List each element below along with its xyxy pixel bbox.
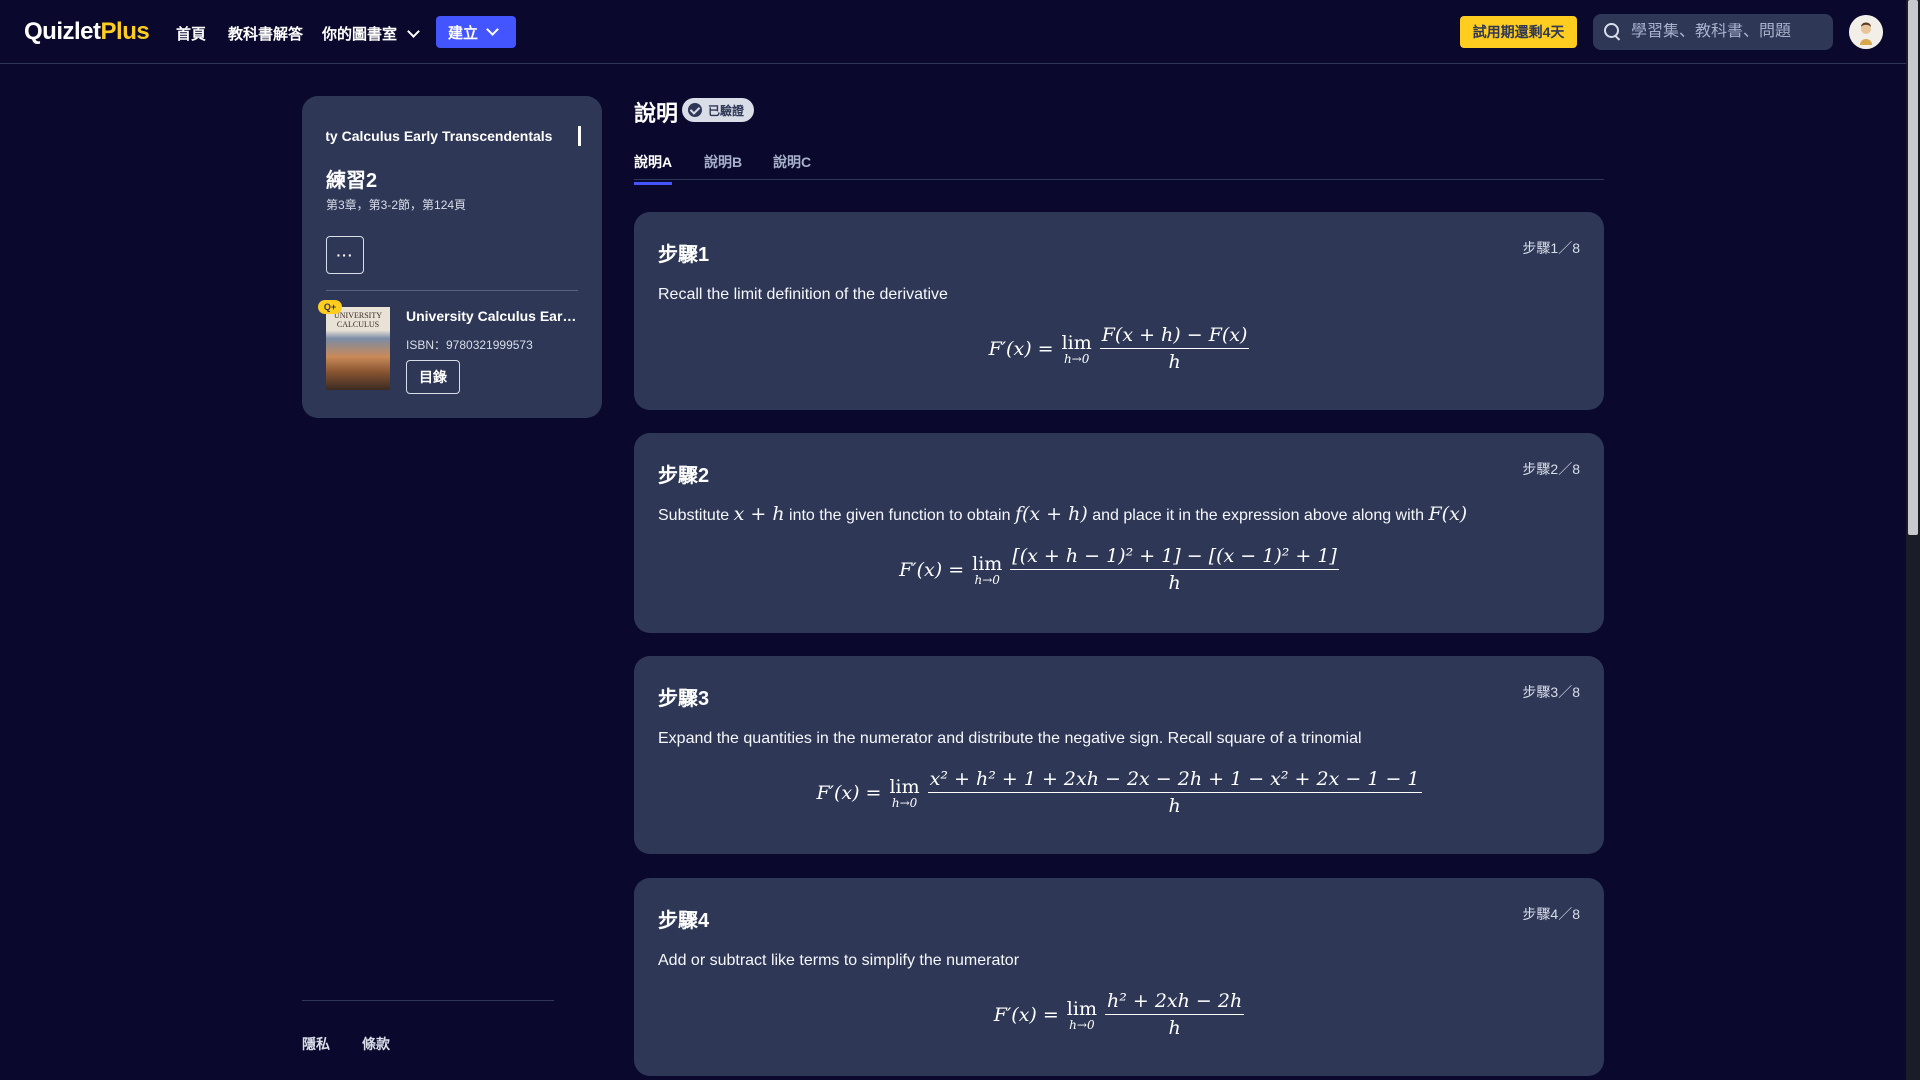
step-formula: F′(x) = lim h→0 [(x + h − 1)² + 1] − [(x… <box>634 545 1604 594</box>
terms-link[interactable]: 條款 <box>362 1034 390 1054</box>
inline-math: x + h <box>733 503 785 525</box>
nav-library-dropdown[interactable]: 你的圖書室 <box>322 23 420 44</box>
step-card-3: 步驟3 步驟3／8 Expand the quantities in the n… <box>634 656 1604 854</box>
inline-math: f(x + h) <box>1014 503 1088 525</box>
limit-subscript: h→0 <box>891 795 918 810</box>
fraction-denominator: h <box>1168 795 1181 817</box>
page-scrollbar-thumb[interactable] <box>1908 0 1918 535</box>
fraction: x² + h² + 1 + 2xh − 2x − 2h + 1 − x² + 2… <box>927 768 1422 817</box>
step-description: Add or subtract like terms to simplify t… <box>658 952 1020 969</box>
search-bar[interactable] <box>1593 14 1833 50</box>
step-card-4: 步驟4 步驟4／8 Add or subtract like terms to … <box>634 878 1604 1076</box>
explanation-tabs: 說明A 說明B 說明C <box>634 152 1604 185</box>
book-cover-text: UNIVERSITY CALCULUS <box>334 311 382 329</box>
step-description: Recall the limit definition of the deriv… <box>658 286 948 303</box>
search-icon <box>1603 22 1623 42</box>
avatar-image <box>1849 15 1883 49</box>
fraction-numerator: x² + h² + 1 + 2xh − 2x − 2h + 1 − x² + 2… <box>927 768 1422 793</box>
limit-word: lim <box>972 552 1003 575</box>
step-title: 步驟4 <box>658 910 710 932</box>
step-counter: 步驟1／8 <box>1522 240 1580 256</box>
exercise-info-card: University Calculus Early Transcendental… <box>302 96 602 418</box>
limit-subscript: h→0 <box>1063 351 1090 366</box>
limit-operator: lim h→0 <box>1067 998 1097 1032</box>
text-cursor <box>578 126 581 146</box>
book-isbn: ISBN：9780321999573 <box>406 338 533 352</box>
exercise-location: 第3章，第3-2節，第124頁 <box>326 198 467 212</box>
chevron-down-icon <box>407 24 420 38</box>
step-text-part: Substitute <box>658 507 730 524</box>
limit-operator: lim h→0 <box>972 553 1002 587</box>
step-card-2: 步驟2 步驟2／8 Substitute x + h into the give… <box>634 433 1604 633</box>
verified-label: 已驗證 <box>708 103 745 118</box>
book-title-link[interactable]: University Calculus Early Transcendental… <box>406 308 578 324</box>
fraction: [(x + h − 1)² + 1] − [(x − 1)² + 1] h <box>1010 545 1339 594</box>
step-text-part: into the given function to obtain <box>789 507 1011 524</box>
fraction-denominator: h <box>1168 351 1181 373</box>
tab-explanation-a[interactable]: 說明A <box>634 152 673 185</box>
limit-subscript: h→0 <box>1069 1017 1095 1032</box>
limit-subscript: h→0 <box>974 572 1000 587</box>
fraction: F(x + h) − F(x) h <box>1099 324 1250 373</box>
book-title-marquee: University Calculus Early Transcendental… <box>326 128 581 148</box>
step-text-part: and place it in the expression above alo… <box>1092 507 1425 524</box>
tab-explanation-c[interactable]: 說明C <box>773 152 811 182</box>
verified-badge: 已驗證 <box>682 98 755 122</box>
privacy-link[interactable]: 隱私 <box>302 1034 330 1054</box>
book-cover-image[interactable]: UNIVERSITY CALCULUS <box>326 307 390 390</box>
verified-check-icon <box>688 103 702 117</box>
limit-word: lim <box>1066 997 1097 1020</box>
limit-word: lim <box>1061 331 1092 354</box>
footer-divider <box>302 1000 554 1001</box>
fraction: h² + 2xh − 2h h <box>1104 990 1245 1039</box>
page-title: 說明 <box>634 101 679 126</box>
logo-plus-text: Plus <box>100 18 150 45</box>
create-button[interactable]: 建立 <box>436 16 516 48</box>
limit-operator: lim h→0 <box>1062 332 1092 366</box>
step-title: 步驟3 <box>658 688 710 710</box>
search-input[interactable] <box>1631 23 1821 41</box>
inline-math: F(x) <box>1428 503 1468 525</box>
fraction-numerator: F(x + h) − F(x) <box>1099 324 1250 349</box>
exercise-title: 練習2 <box>326 170 378 192</box>
step-counter: 步驟3／8 <box>1522 684 1580 700</box>
marquee-text: University Calculus Early Transcendental… <box>326 128 553 144</box>
limit-operator: lim h→0 <box>889 776 919 810</box>
table-of-contents-button[interactable]: 目錄 <box>406 360 460 394</box>
formula-lhs: F′(x) = <box>816 781 882 804</box>
more-options-button[interactable]: ··· <box>326 236 364 274</box>
step-counter: 步驟2／8 <box>1522 461 1580 477</box>
nav-home-link[interactable]: 首頁 <box>176 23 206 44</box>
step-description: Substitute x + h into the given function… <box>658 503 1467 525</box>
step-formula: F′(x) = lim h→0 h² + 2xh − 2h h <box>634 990 1604 1039</box>
avatar[interactable] <box>1849 15 1883 49</box>
step-formula: F′(x) = lim h→0 x² + h² + 1 + 2xh − 2x −… <box>634 768 1604 817</box>
trial-remaining-button[interactable]: 試用期還剩4天 <box>1460 16 1577 48</box>
create-button-label: 建立 <box>448 24 479 42</box>
tab-explanation-b[interactable]: 說明B <box>704 152 742 182</box>
limit-word: lim <box>889 775 920 798</box>
top-navigation: QuizletPlus 首頁 教科書解答 你的圖書室 建立 試用期還剩4天 <box>0 0 1906 64</box>
formula-lhs: F′(x) = <box>988 337 1054 360</box>
formula-lhs: F′(x) = <box>993 1003 1059 1026</box>
fraction-numerator: [(x + h − 1)² + 1] − [(x − 1)² + 1] <box>1010 545 1339 570</box>
step-card-1: 步驟1 步驟1／8 Recall the limit definition of… <box>634 212 1604 410</box>
step-description: Expand the quantities in the numerator a… <box>658 730 1362 747</box>
step-formula: F′(x) = lim h→0 F(x + h) − F(x) h <box>634 324 1604 373</box>
fraction-denominator: h <box>1168 572 1181 594</box>
step-title: 步驟1 <box>658 244 710 266</box>
logo-text: Quizlet <box>24 18 101 45</box>
quizlet-plus-badge: Q+ <box>318 300 342 314</box>
fraction-denominator: h <box>1168 1017 1181 1039</box>
step-title: 步驟2 <box>658 465 710 487</box>
nav-library-label: 你的圖書室 <box>322 26 398 43</box>
formula-lhs: F′(x) = <box>899 558 965 581</box>
divider <box>326 290 578 291</box>
chevron-down-icon <box>486 23 499 36</box>
quizlet-plus-logo[interactable]: QuizletPlus <box>24 18 150 46</box>
step-counter: 步驟4／8 <box>1522 906 1580 922</box>
fraction-numerator: h² + 2xh − 2h <box>1104 990 1245 1015</box>
nav-textbook-solutions-link[interactable]: 教科書解答 <box>228 23 303 44</box>
